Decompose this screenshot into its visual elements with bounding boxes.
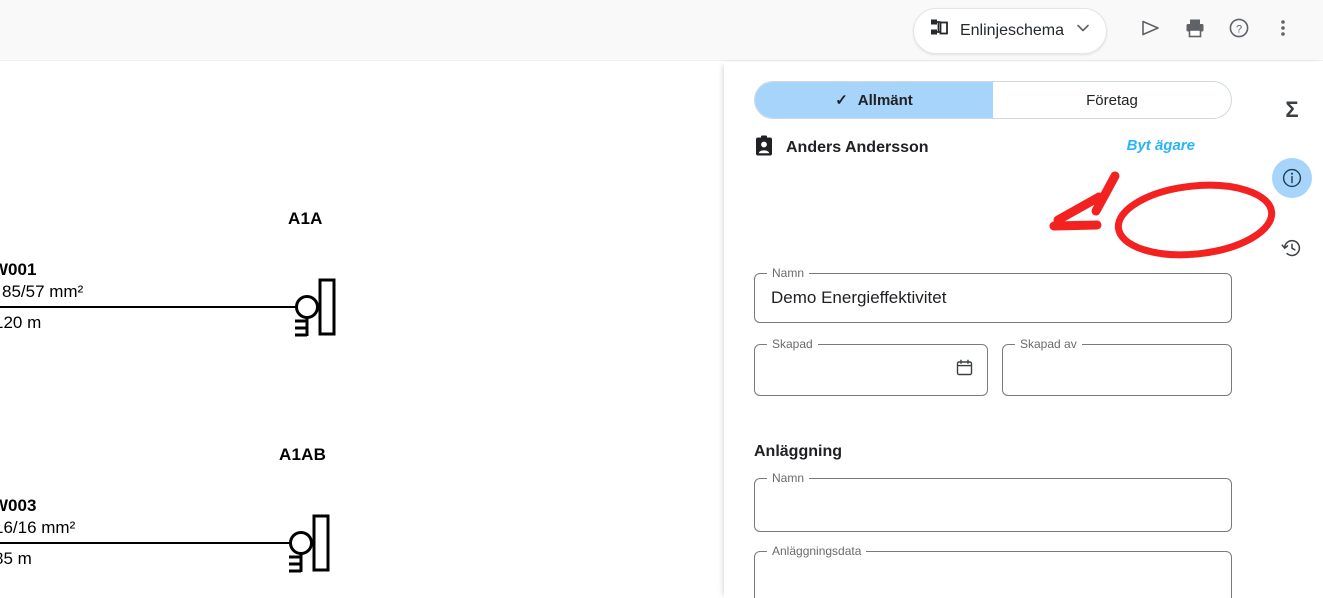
field-skapad[interactable]: Skapad (754, 337, 988, 396)
panel-tabs: ✓ Allmänt Företag (754, 81, 1232, 119)
info-icon[interactable] (1272, 158, 1312, 198)
field-namn-value: Demo Energieffektivitet (771, 288, 947, 307)
toolbar-actions: Enlinjeschema ? (912, 0, 1305, 61)
history-icon[interactable] (1272, 228, 1312, 268)
tab-foretag[interactable]: Företag (993, 82, 1231, 118)
field-skapad-legend: Skapad (767, 337, 818, 351)
feeder-group[interactable]: A1AB W003 16/16 mm² 85 m (0, 298, 360, 598)
owner-row: Anders Andersson Byt ägare (754, 135, 1232, 161)
field-anlaggning-namn-value (755, 479, 1231, 531)
field-anlaggning-namn[interactable]: Namn (754, 471, 1232, 532)
app-root: Enlinjeschema ? A1A W001 85/57 mm² 20 m … (0, 0, 1323, 598)
id-badge-icon (754, 135, 774, 162)
check-icon: ✓ (835, 92, 848, 109)
tab-allmant[interactable]: ✓ Allmänt (755, 82, 993, 118)
cable-terminal-symbol[interactable] (288, 510, 334, 576)
sum-sigma-icon[interactable]: Σ (1272, 90, 1312, 130)
calendar-icon[interactable] (956, 359, 973, 381)
send-button[interactable] (1129, 9, 1173, 53)
section-title-anlaggning: Anläggning (754, 443, 842, 460)
help-button[interactable]: ? (1217, 9, 1261, 53)
panel-side-rail: Σ (1261, 62, 1323, 598)
cable-length-label: 85 m (0, 549, 32, 568)
single-line-diagram-canvas[interactable]: A1A W001 85/57 mm² 120 m A1AB W003 16/16… (0, 62, 724, 598)
cable-area-label: 16/16 mm² (0, 518, 76, 537)
tab-allmant-label: Allmänt (857, 91, 913, 109)
help-icon: ? (1227, 16, 1251, 45)
field-namn-legend: Namn (767, 266, 810, 280)
chevron-down-icon (1074, 19, 1092, 42)
feeder-tag: A1AB (279, 445, 327, 464)
send-icon (1139, 16, 1163, 45)
owner-name: Anders Andersson (786, 139, 929, 156)
top-toolbar: Enlinjeschema ? (0, 0, 1323, 61)
print-button[interactable] (1173, 9, 1217, 53)
view-mode-select[interactable]: Enlinjeschema (912, 7, 1107, 54)
field-skapad-av-legend: Skapad av (1015, 337, 1082, 351)
field-anlaggningsdata[interactable]: Anläggningsdata (754, 544, 1232, 598)
field-skapad-av-value (1003, 345, 1231, 395)
sitemap-icon (930, 18, 950, 43)
field-skapad-value (755, 345, 987, 395)
change-owner-link[interactable]: Byt ägare (1127, 137, 1195, 154)
field-namn[interactable]: Namn Demo Energieffektivitet (754, 266, 1232, 323)
cable-line (0, 542, 290, 544)
field-skapad-av[interactable]: Skapad av (1002, 337, 1232, 396)
print-icon (1183, 16, 1207, 45)
cable-name-label: W003 (0, 496, 37, 515)
cable-name-label: W001 (0, 260, 37, 279)
more-options-button[interactable] (1261, 9, 1305, 53)
more-vertical-icon (1271, 16, 1295, 45)
field-anlaggning-namn-legend: Namn (767, 471, 810, 485)
information-panel: Information ✓ Allmänt Företag Anders And… (724, 62, 1323, 598)
view-mode-label: Enlinjeschema (959, 21, 1064, 39)
feeder-tag: A1A (288, 209, 323, 228)
svg-text:?: ? (1236, 23, 1242, 35)
field-anlaggningsdata-legend: Anläggningsdata (767, 544, 867, 558)
tab-foretag-label: Företag (1086, 91, 1138, 109)
field-anlaggningsdata-value (755, 552, 1231, 598)
